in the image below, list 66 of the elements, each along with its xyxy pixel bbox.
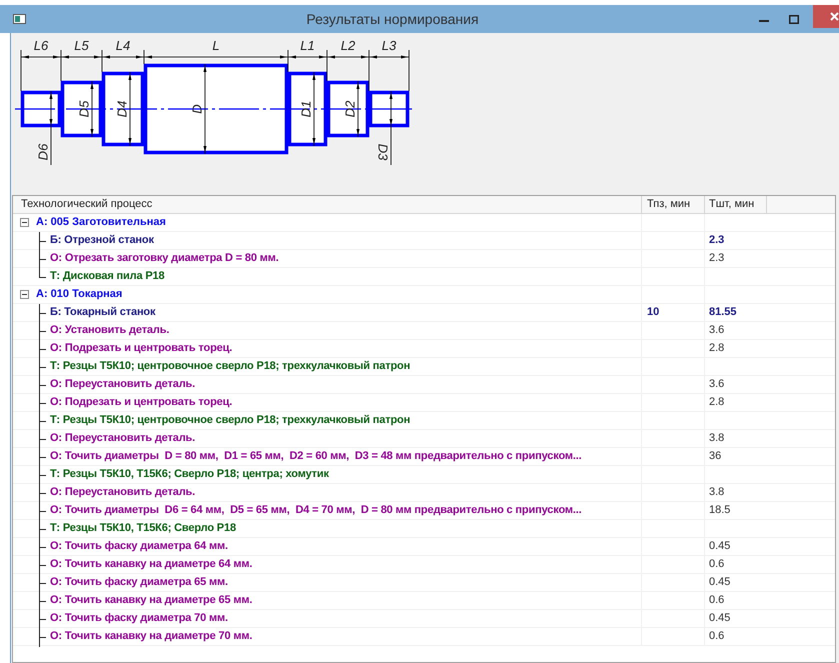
column-header[interactable]: Технологический процесс bbox=[21, 196, 152, 213]
tree-item[interactable]: О: Точить канавку на диаметре 65 мм. bbox=[50, 592, 252, 609]
tree-item[interactable]: А: 010 Токарная bbox=[36, 286, 122, 303]
column-header[interactable]: Тшт, мин bbox=[709, 196, 754, 213]
time-cell-text: 0.6 bbox=[709, 557, 724, 572]
tree-item[interactable]: Т: Резцы Т5К10; центровочное сверло Р18; трехкулачковый патрон bbox=[50, 358, 410, 375]
dimension-label: L5 bbox=[74, 38, 89, 53]
time-cell-text: 2.3 bbox=[709, 251, 724, 266]
tree-item[interactable]: О: Подрезать и центровать торец. bbox=[50, 394, 232, 411]
dimension-label: D3 bbox=[376, 144, 390, 160]
dimension-label: D bbox=[190, 104, 204, 114]
time-cell-text: 36 bbox=[709, 449, 722, 464]
tree-item[interactable]: О: Переустановить деталь. bbox=[50, 484, 196, 501]
dimension-label: L bbox=[212, 38, 220, 53]
tree-item[interactable]: О: Точить фаску диаметра 64 мм. bbox=[50, 538, 228, 555]
time-cell-text: 0.6 bbox=[709, 593, 724, 608]
time-cell-text: 0.45 bbox=[709, 575, 730, 590]
dimension-label: D5 bbox=[76, 100, 92, 118]
dimension-label: D2 bbox=[342, 100, 358, 118]
tree-item[interactable]: Т: Резцы Т5К10; центровочное сверло Р18; трехкулачковый патрон bbox=[50, 412, 410, 429]
dimension-label: L6 bbox=[34, 38, 48, 53]
tree-item[interactable]: Б: Отрезной станок bbox=[50, 232, 154, 249]
time-cell-text: 3.8 bbox=[709, 485, 724, 500]
dimension-label: L4 bbox=[116, 38, 130, 53]
collapse-icon[interactable] bbox=[20, 290, 29, 299]
tree-item[interactable]: О: Переустановить деталь. bbox=[50, 376, 196, 393]
tree-item[interactable]: А: 005 Заготовительная bbox=[36, 214, 166, 231]
time-cell-text: 3.8 bbox=[709, 431, 724, 446]
dimension-label: D4 bbox=[114, 100, 130, 118]
tree-item[interactable]: О: Переустановить деталь. bbox=[50, 430, 196, 447]
time-cell-text: 81.55 bbox=[709, 305, 737, 320]
time-cell-text: 10 bbox=[647, 305, 660, 320]
app-icon bbox=[13, 14, 26, 24]
time-cell-text: 0.45 bbox=[709, 539, 730, 554]
tree-item[interactable]: О: Точить диаметры D6 = 64 мм, D5 = 65 мм, D4 = 70 мм, D = 80 мм предварительно с припуском... bbox=[50, 502, 582, 519]
tree-item[interactable]: О: Точить канавку на диаметре 70 мм. bbox=[50, 628, 252, 645]
tree-item[interactable]: Б: Токарный станок bbox=[50, 304, 156, 321]
window-title: Результаты нормирования bbox=[306, 10, 479, 29]
dimension-label: L3 bbox=[382, 38, 396, 53]
tree-item[interactable]: О: Установить деталь. bbox=[50, 322, 170, 339]
time-cell-text: 2.8 bbox=[709, 341, 724, 356]
tree-item[interactable]: О: Точить фаску диаметра 70 мм. bbox=[50, 610, 228, 627]
time-cell-text: 2.3 bbox=[709, 233, 724, 248]
dimension-label: L1 bbox=[300, 38, 315, 53]
maximize-icon[interactable] bbox=[789, 14, 799, 24]
close-icon bbox=[830, 12, 839, 21]
tree-item[interactable]: Т: Резцы Т5К10, Т15К6; Сверло Р18; центра; хомутик bbox=[50, 466, 329, 483]
dimension-label: L2 bbox=[340, 38, 356, 53]
collapse-icon[interactable] bbox=[20, 218, 29, 227]
tree-item[interactable]: О: Точить канавку на диаметре 64 мм. bbox=[50, 556, 252, 573]
tree-item[interactable]: Т: Резцы Т5К10, Т15К6; Сверло Р18 bbox=[50, 520, 236, 537]
dimension-label: D6 bbox=[36, 144, 50, 160]
time-cell-text: 3.6 bbox=[709, 323, 724, 338]
time-cell-text: 18.5 bbox=[709, 503, 730, 518]
time-cell-text: 0.6 bbox=[709, 629, 724, 644]
tree-item[interactable]: О: Точить диаметры D = 80 мм, D1 = 65 мм, D2 = 60 мм, D3 = 48 мм предварительно с припуском... bbox=[50, 448, 582, 465]
tree-item[interactable]: О: Подрезать и центровать торец. bbox=[50, 340, 232, 357]
tree-item[interactable]: О: Отрезать заготовку диаметра D = 80 мм. bbox=[50, 250, 279, 267]
time-cell-text: 0.45 bbox=[709, 611, 730, 626]
tree-item[interactable]: О: Точить фаску диаметра 65 мм. bbox=[50, 574, 228, 591]
dimension-label: D1 bbox=[298, 100, 314, 118]
column-header[interactable]: Тпз, мин bbox=[647, 196, 690, 213]
time-cell-text: 3.6 bbox=[709, 377, 724, 392]
tree-item[interactable]: Т: Дисковая пила Р18 bbox=[50, 268, 164, 285]
close-button[interactable] bbox=[813, 5, 839, 28]
time-cell-text: 2.8 bbox=[709, 395, 724, 410]
